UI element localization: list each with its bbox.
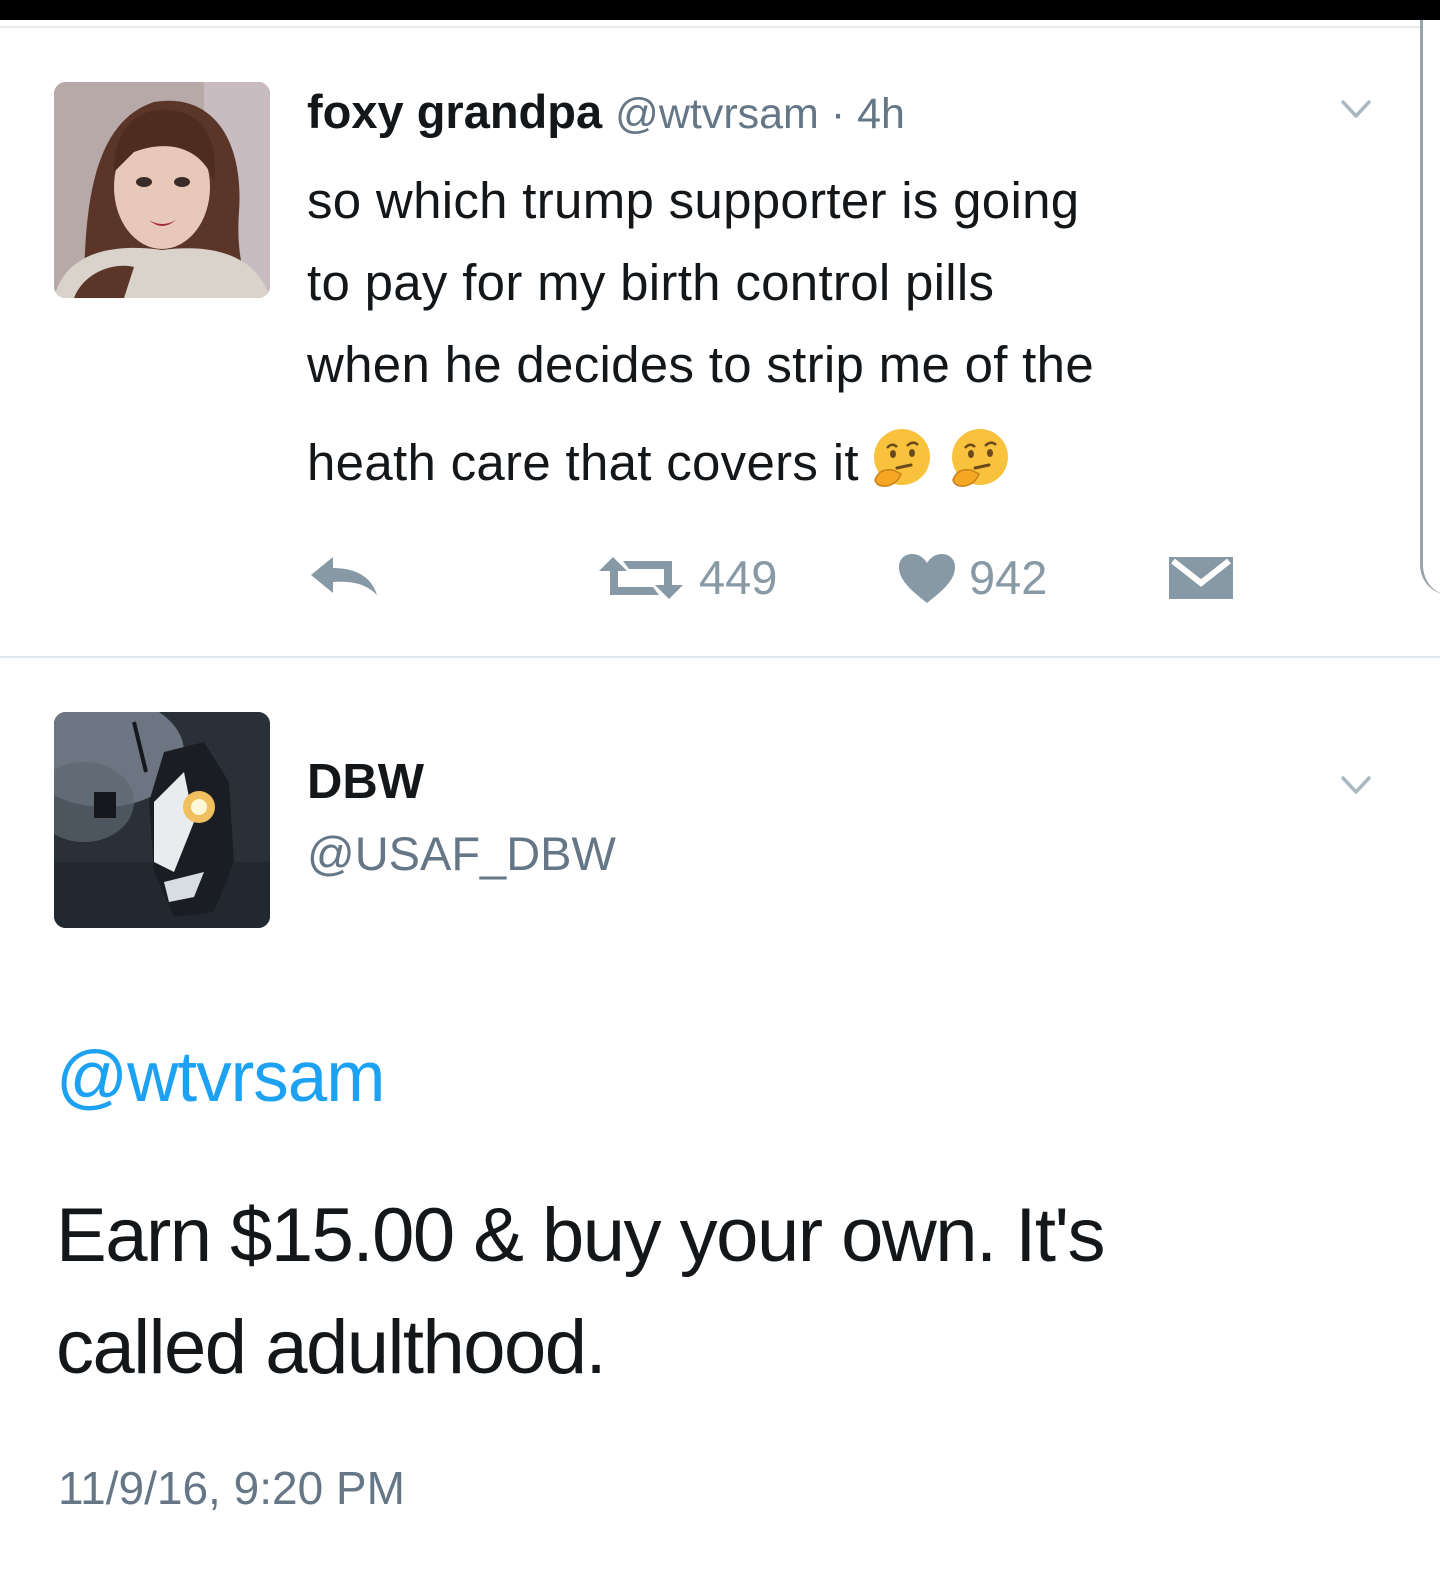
tweet-timestamp[interactable]: 11/9/16, 9:20 PM: [58, 1458, 405, 1518]
avatar-image: [54, 712, 270, 928]
retweet-count: 449: [699, 551, 778, 604]
user-handle[interactable]: @USAF_DBW: [307, 824, 616, 884]
reply-button[interactable]: [305, 548, 395, 608]
tweet-divider: [0, 656, 1440, 658]
tweet-time[interactable]: 4h: [857, 90, 905, 138]
tweet-text-line: Earn $15.00 & buy your own. It's: [56, 1193, 1106, 1278]
retweet-icon: [599, 557, 683, 599]
chevron-down-icon[interactable]: [1339, 768, 1373, 802]
reply-icon: [311, 557, 377, 595]
tweet-header: foxy grandpa @wtvrsam · 4h: [307, 84, 905, 142]
like-count: 942: [969, 551, 1048, 604]
thinking-face-icon: [873, 429, 930, 487]
heart-icon: [899, 554, 955, 603]
retweet-button[interactable]: 449: [595, 548, 805, 608]
thinking-face-icon: [951, 429, 1008, 487]
meta-separator: ·: [830, 90, 846, 138]
tweet-text-line: to pay for my birth control pills: [307, 254, 995, 311]
top-black-bar: [0, 0, 1440, 20]
chevron-down-icon[interactable]: [1339, 92, 1373, 126]
avatar-dbw[interactable]: [54, 712, 270, 928]
display-name[interactable]: foxy grandpa: [307, 85, 602, 138]
avatar-image: [54, 82, 270, 298]
tweet-text-line: so which trump supporter is going: [307, 172, 1080, 229]
user-handle[interactable]: @wtvrsam: [615, 90, 819, 138]
like-button[interactable]: 942: [897, 548, 1097, 608]
tweet-text-line: called adulthood.: [56, 1305, 607, 1390]
dm-button[interactable]: [1167, 548, 1237, 608]
top-divider: [0, 26, 1440, 28]
tweet-text-line: when he decides to strip me of the: [307, 336, 1094, 393]
avatar-foxy-grandpa[interactable]: [54, 82, 270, 298]
tweet-body: so which trump supporter is going to pay…: [307, 160, 1397, 504]
tweet-text-line-with-emoji: heath care that covers it: [307, 422, 1397, 504]
screen-edge-overlay: [1420, 20, 1440, 595]
tweet-body: Earn $15.00 & buy your own. It's called …: [56, 1180, 1396, 1404]
mention-link[interactable]: @wtvrsam: [56, 1036, 385, 1120]
display-name[interactable]: DBW: [307, 752, 424, 812]
tweet-text-line: heath care that covers it: [307, 434, 859, 491]
envelope-icon: [1169, 557, 1233, 599]
